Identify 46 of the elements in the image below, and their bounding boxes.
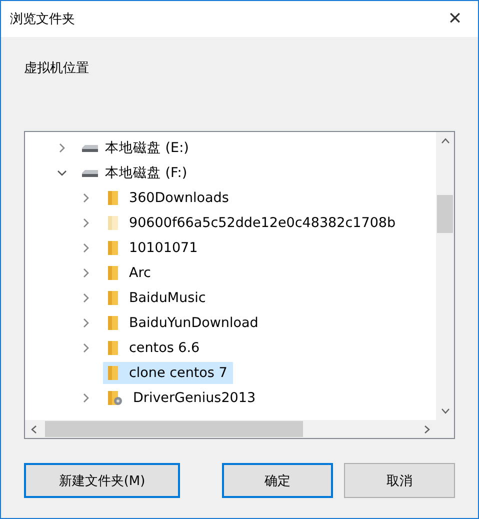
tree-item[interactable]: centos 6.6 [103, 336, 206, 358]
expand-chevron-icon[interactable] [81, 242, 91, 252]
folder-icon [107, 290, 119, 306]
dialog-button[interactable]: 新建文件夹(M) [24, 463, 180, 498]
horizontal-scrollbar[interactable] [25, 420, 436, 438]
folder-icon [107, 190, 119, 206]
expand-chevron-icon[interactable] [81, 342, 91, 352]
tree-item[interactable]: Arc [103, 262, 157, 284]
drive-icon [81, 168, 99, 178]
window-title: 浏览文件夹 [10, 11, 75, 28]
folder-icon [107, 214, 119, 230]
folder-gear-icon [107, 390, 123, 406]
tree-item[interactable]: 本地磁盘 (F:) [79, 162, 194, 184]
expand-chevron-icon[interactable] [81, 292, 91, 302]
tree-item[interactable]: 10101071 [103, 236, 204, 258]
scroll-right-icon[interactable] [424, 424, 430, 434]
tree-item[interactable]: BaiduYunDownload [103, 312, 264, 334]
expand-chevron-icon[interactable] [81, 318, 91, 328]
expand-chevron-icon[interactable] [81, 392, 91, 402]
vertical-scrollbar[interactable] [436, 132, 454, 420]
collapse-chevron-icon[interactable] [57, 168, 67, 178]
tree-item[interactable]: clone centos 7 [103, 362, 234, 384]
expand-chevron-icon[interactable] [81, 192, 91, 202]
scroll-left-icon[interactable] [31, 424, 37, 434]
prompt-label: 虚拟机位置 [24, 60, 90, 78]
tree-item[interactable]: 360Downloads [103, 186, 235, 208]
tree-item[interactable]: BaiduMusic [103, 286, 212, 308]
folder-icon [107, 364, 119, 380]
scroll-thumb[interactable] [45, 421, 303, 437]
scroll-thumb[interactable] [437, 195, 453, 233]
scroll-down-icon[interactable] [440, 408, 450, 414]
ok-button[interactable]: 确定 [222, 463, 333, 498]
tree-item[interactable]: 本地磁盘 (E:) [79, 136, 195, 158]
dialog-button[interactable]: 取消 [344, 463, 455, 498]
tree-item[interactable]: 90600f66a5c52dde12e0c48382c1708b [103, 212, 402, 234]
folder-icon [107, 240, 119, 256]
tree-item[interactable]: DriverGenius2013 [103, 386, 262, 408]
expand-chevron-icon[interactable] [81, 268, 91, 278]
folder-icon [107, 264, 119, 280]
expand-chevron-icon[interactable] [81, 218, 91, 228]
expand-chevron-icon[interactable] [57, 142, 67, 152]
folder-icon [107, 314, 119, 330]
scroll-up-icon[interactable] [440, 138, 450, 144]
close-button[interactable]: ✕ [432, 1, 478, 37]
folder-icon [107, 340, 119, 356]
drive-icon [81, 142, 99, 152]
